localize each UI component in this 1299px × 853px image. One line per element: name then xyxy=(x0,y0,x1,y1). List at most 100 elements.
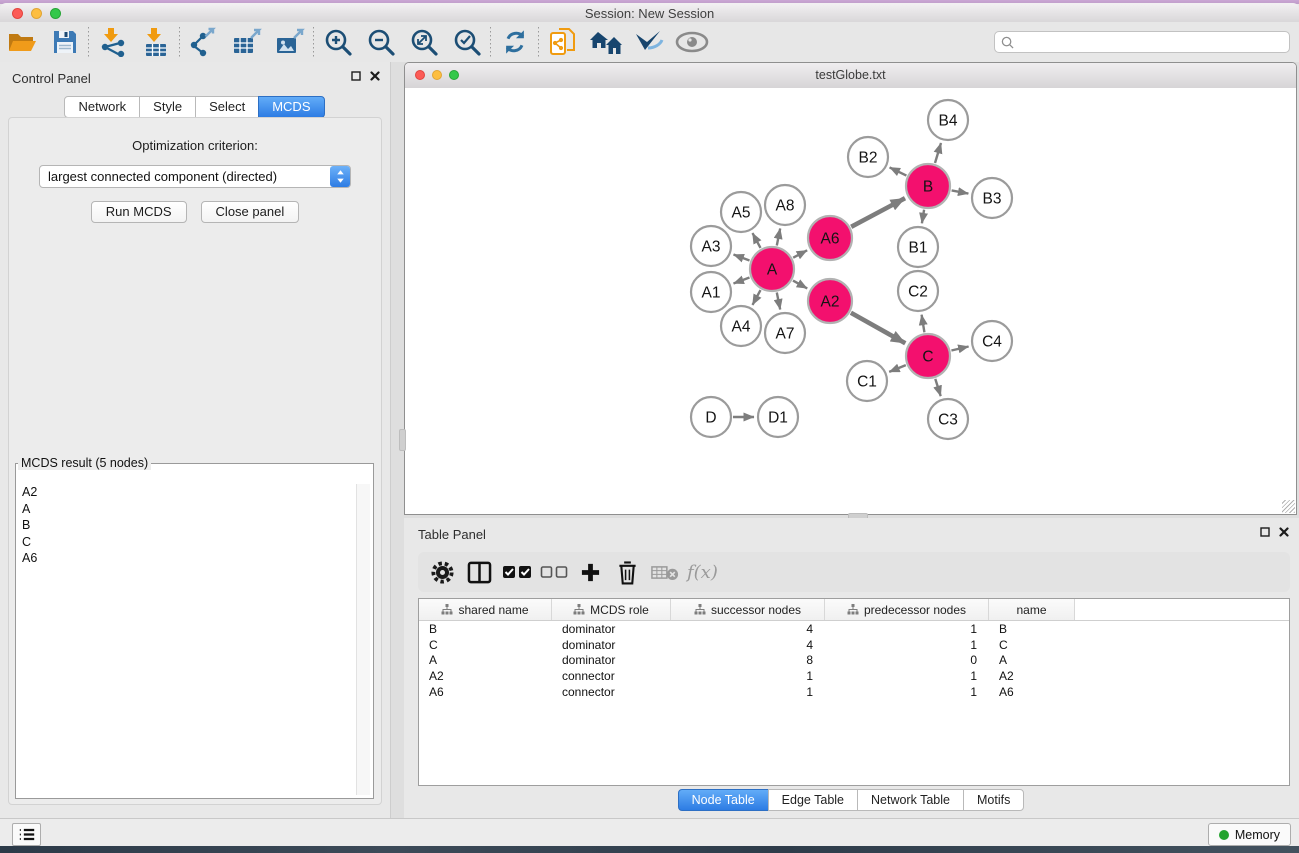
graph-edge-C-C2[interactable] xyxy=(922,315,925,333)
column-header-predecessor-nodes[interactable]: predecessor nodes xyxy=(825,599,989,620)
table-row[interactable]: Adominator80A xyxy=(419,652,1289,668)
memory-button[interactable]: Memory xyxy=(1208,823,1291,846)
export-network-button[interactable] xyxy=(182,25,225,59)
float-panel-icon[interactable] xyxy=(351,71,361,81)
graph-node-A8[interactable]: A8 xyxy=(765,185,805,225)
graph-edge-B-B3[interactable] xyxy=(952,190,969,193)
column-header-mcds-role[interactable]: MCDS role xyxy=(552,599,671,620)
graph-node-A1[interactable]: A1 xyxy=(691,272,731,312)
mcds-result-scrollbar[interactable] xyxy=(356,484,370,795)
search-input[interactable] xyxy=(1019,34,1283,50)
graph-edge-A-A7[interactable] xyxy=(777,293,780,310)
import-table-button[interactable] xyxy=(134,25,177,59)
network-canvas[interactable]: B4 B2 B B3 A8A5 A6 A3 B1 A C2 A1 A2 A4A7 C4 C C1 C3 D D1 xyxy=(405,88,1296,514)
column-header-shared-name[interactable]: shared name xyxy=(419,599,552,620)
graph-node-C3[interactable]: C3 xyxy=(928,399,968,439)
graph-edge-A-A5[interactable] xyxy=(753,233,761,248)
home-button[interactable] xyxy=(584,25,627,59)
graph-node-B3[interactable]: B3 xyxy=(972,178,1012,218)
graph-node-B2[interactable]: B2 xyxy=(848,137,888,177)
graph-edge-B-B1[interactable] xyxy=(922,210,924,224)
zoom-out-button[interactable] xyxy=(359,25,402,59)
import-network-button[interactable] xyxy=(91,25,134,59)
graph-node-A3[interactable]: A3 xyxy=(691,226,731,266)
graph-edge-B-B4[interactable] xyxy=(935,143,941,163)
import-network-icon xyxy=(98,27,128,57)
graph-node-B1[interactable]: B1 xyxy=(898,227,938,267)
table-settings-button[interactable] xyxy=(424,555,461,589)
graph-edge-A-A1[interactable] xyxy=(734,278,750,284)
mcds-result-item[interactable]: A xyxy=(19,501,356,518)
tab-mcds[interactable]: MCDS xyxy=(258,96,324,118)
mcds-result-item[interactable]: B xyxy=(19,517,356,534)
close-panel-button[interactable]: Close panel xyxy=(201,201,300,223)
graph-node-A2[interactable]: A2 xyxy=(808,279,852,323)
run-mcds-button[interactable]: Run MCDS xyxy=(91,201,187,223)
graph-edge-C-C4[interactable] xyxy=(951,347,968,351)
function-builder-button: f(x) xyxy=(687,562,718,583)
refresh-button[interactable] xyxy=(493,25,536,59)
tab-node-table[interactable]: Node Table xyxy=(678,789,769,811)
tab-select[interactable]: Select xyxy=(195,96,259,118)
graph-node-B[interactable]: B xyxy=(906,164,950,208)
save-session-button[interactable] xyxy=(43,25,86,59)
graph-node-C2[interactable]: C2 xyxy=(898,271,938,311)
graph-edge-C-C1[interactable] xyxy=(889,365,906,372)
mcds-result-item[interactable]: C xyxy=(19,534,356,551)
graph-node-C4[interactable]: C4 xyxy=(972,321,1012,361)
graph-node-C1[interactable]: C1 xyxy=(847,361,887,401)
graph-node-B4[interactable]: B4 xyxy=(928,100,968,140)
task-history-button[interactable] xyxy=(12,823,41,846)
zoom-fit-button[interactable] xyxy=(402,25,445,59)
window-resize-grip[interactable] xyxy=(1282,500,1295,513)
deselect-all-button[interactable] xyxy=(535,555,572,589)
graph-node-A4[interactable]: A4 xyxy=(721,306,761,346)
select-all-button[interactable] xyxy=(498,555,535,589)
graph-node-A6[interactable]: A6 xyxy=(808,216,852,260)
criterion-dropdown[interactable]: largest connected component (directed) xyxy=(39,165,351,188)
graph-edge-A-A8[interactable] xyxy=(777,229,780,246)
tab-network-table[interactable]: Network Table xyxy=(857,789,964,811)
column-header-successor-nodes[interactable]: successor nodes xyxy=(671,599,825,620)
preview-eye-button[interactable] xyxy=(670,25,713,59)
table-row[interactable]: A6connector11A6 xyxy=(419,684,1289,700)
show-hide-graphics-details-button[interactable] xyxy=(627,25,670,59)
column-header-name[interactable]: name xyxy=(989,599,1075,620)
delete-column-button[interactable] xyxy=(609,555,646,589)
export-image-button[interactable] xyxy=(268,25,311,59)
graph-node-A[interactable]: A xyxy=(750,247,794,291)
graph-edge-A6-B[interactable] xyxy=(851,198,905,227)
graph-edge-A-A4[interactable] xyxy=(753,290,761,305)
graph-edge-C-C3[interactable] xyxy=(935,379,940,396)
close-panel-icon[interactable] xyxy=(1279,527,1289,537)
tab-style[interactable]: Style xyxy=(139,96,196,118)
graph-edge-B-B2[interactable] xyxy=(890,167,907,175)
graph-node-A7[interactable]: A7 xyxy=(765,313,805,353)
tab-network[interactable]: Network xyxy=(64,96,140,118)
open-session-button[interactable] xyxy=(0,25,43,59)
graph-edge-A-A6[interactable] xyxy=(793,250,807,257)
tab-edge-table[interactable]: Edge Table xyxy=(768,789,858,811)
graph-node-D1[interactable]: D1 xyxy=(758,397,798,437)
table-row[interactable]: A2connector11A2 xyxy=(419,668,1289,684)
table-row[interactable]: Bdominator41B xyxy=(419,621,1289,637)
table-row[interactable]: Cdominator41C xyxy=(419,637,1289,653)
graph-edge-A-A3[interactable] xyxy=(734,255,750,261)
graph-node-D[interactable]: D xyxy=(691,397,731,437)
mcds-result-item[interactable]: A6 xyxy=(19,550,356,567)
graph-node-C[interactable]: C xyxy=(906,334,950,378)
graph-edge-A-A2[interactable] xyxy=(793,281,807,289)
zoom-selected-button[interactable] xyxy=(445,25,488,59)
tab-motifs[interactable]: Motifs xyxy=(963,789,1024,811)
graph-node-A5[interactable]: A5 xyxy=(721,192,761,232)
column-view-button[interactable] xyxy=(461,555,498,589)
network-file-button[interactable] xyxy=(541,25,584,59)
export-table-button[interactable] xyxy=(225,25,268,59)
add-column-button[interactable] xyxy=(572,555,609,589)
mcds-result-item[interactable]: A2 xyxy=(19,484,356,501)
zoom-in-button[interactable] xyxy=(316,25,359,59)
graph-edge-A2-C[interactable] xyxy=(851,313,905,344)
splitter-handle-vertical[interactable] xyxy=(399,429,406,451)
float-panel-icon[interactable] xyxy=(1260,527,1270,537)
close-panel-icon[interactable] xyxy=(370,71,380,81)
